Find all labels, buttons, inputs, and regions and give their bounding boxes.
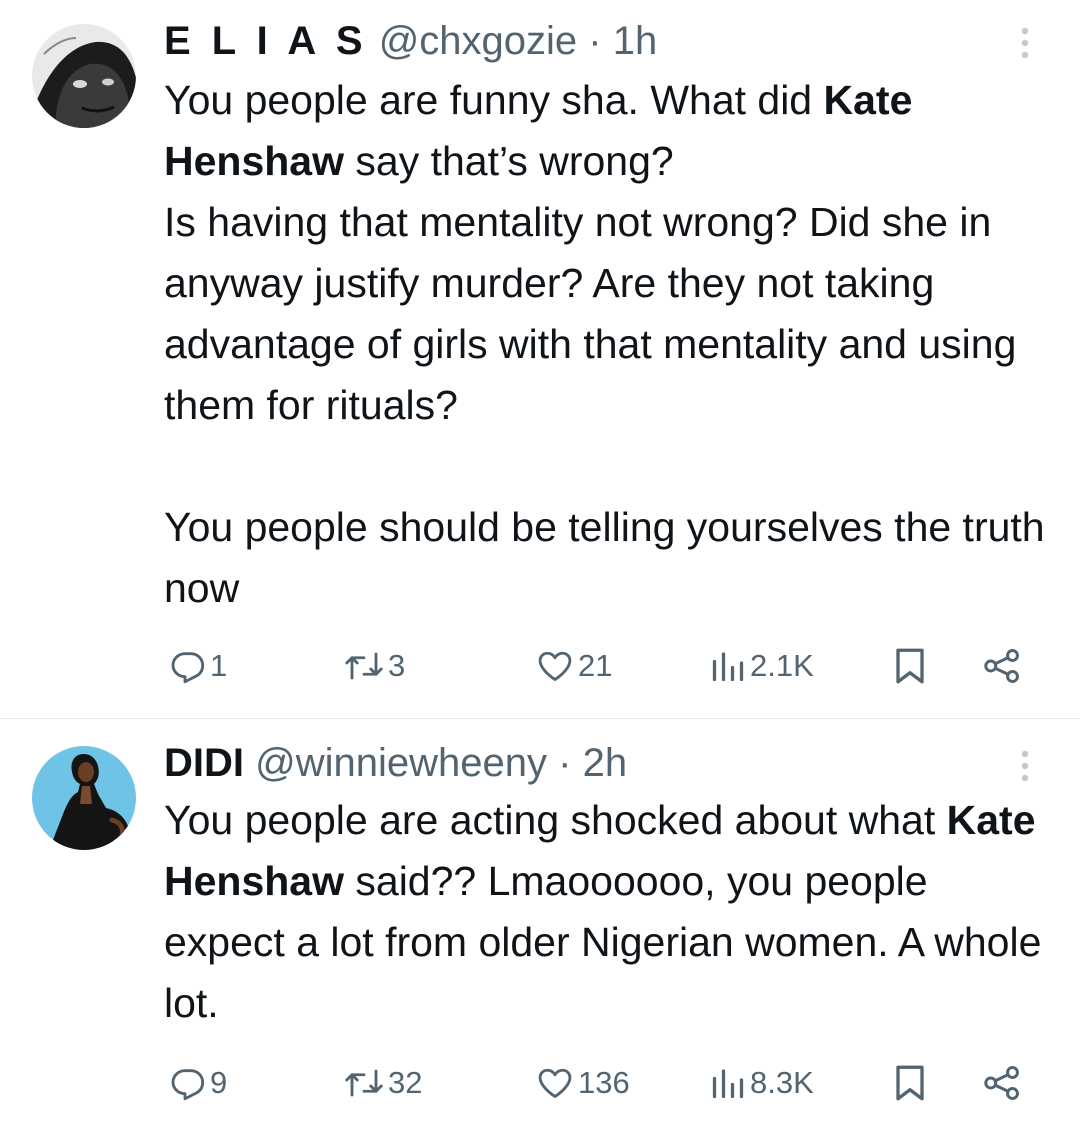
- views-button[interactable]: 2.1K: [710, 641, 814, 691]
- avatar[interactable]: [32, 24, 136, 128]
- view-count: 8.3K: [750, 1065, 814, 1100]
- like-button[interactable]: 136: [536, 1058, 630, 1108]
- display-name[interactable]: E L I A S: [164, 19, 368, 63]
- more-vertical-icon: [1021, 750, 1029, 782]
- tweet[interactable]: E L I A S @chxgozie · 1h You people are …: [0, 0, 1080, 718]
- display-name[interactable]: DIDI: [164, 741, 244, 785]
- heart-icon: [538, 651, 572, 681]
- tweet[interactable]: DIDI @winniewheeny · 2h You people are a…: [0, 719, 1080, 1131]
- more-button[interactable]: [1012, 24, 1038, 64]
- reply-count: 1: [210, 648, 228, 683]
- view-count: 2.1K: [750, 648, 814, 683]
- share-icon: [984, 649, 1019, 683]
- text-span: You people are funny sha. What did: [164, 77, 824, 123]
- like-button[interactable]: 21: [536, 641, 612, 691]
- text-span: say that’s wrong?: [344, 138, 674, 184]
- share-icon: [984, 1066, 1019, 1100]
- user-handle[interactable]: @winniewheeny: [255, 741, 547, 785]
- action-bar: 9 32 136 8.3K: [164, 1058, 1034, 1108]
- like-count: 21: [578, 648, 613, 683]
- tweet-text: You people are funny sha. What did Kate …: [164, 70, 1054, 619]
- reply-button[interactable]: 9: [170, 1058, 227, 1108]
- avatar[interactable]: [32, 746, 136, 850]
- bookmark-button[interactable]: [892, 641, 928, 691]
- avatar-photo-icon: [32, 746, 136, 850]
- avatar-photo-icon: [32, 24, 136, 128]
- repost-icon: [345, 1069, 383, 1097]
- tweet-paragraph: Is having that mentality not wrong? Did …: [164, 199, 1017, 428]
- action-bar: 1 3 21 2.1K: [164, 641, 1034, 691]
- timestamp[interactable]: 1h: [613, 19, 658, 63]
- tweet-paragraph: You people are acting shocked about what…: [164, 790, 1054, 1034]
- share-button[interactable]: [982, 1058, 1022, 1108]
- tweet-text: You people are acting shocked about what…: [164, 790, 1054, 1034]
- separator-dot: ·: [558, 741, 572, 785]
- views-chart-icon: [712, 1069, 744, 1099]
- reply-button[interactable]: 1: [170, 641, 227, 691]
- tweet-paragraph: You people should be telling yourselves …: [164, 504, 1045, 611]
- repost-count: 3: [388, 648, 406, 683]
- user-handle[interactable]: @chxgozie: [379, 19, 577, 63]
- views-chart-icon: [712, 652, 744, 682]
- tweet-header: E L I A S @chxgozie · 1h: [164, 17, 657, 65]
- repost-button[interactable]: 3: [344, 641, 405, 691]
- more-button[interactable]: [1012, 747, 1038, 787]
- reply-count: 9: [210, 1065, 228, 1100]
- repost-button[interactable]: 32: [344, 1058, 422, 1108]
- more-vertical-icon: [1021, 27, 1029, 59]
- tweet-paragraph: You people are funny sha. What did Kate …: [164, 70, 1054, 192]
- like-count: 136: [578, 1065, 630, 1100]
- reply-icon: [171, 652, 205, 684]
- timestamp[interactable]: 2h: [583, 741, 628, 785]
- separator-dot: ·: [588, 19, 602, 63]
- text-span: You people are acting shocked about what: [164, 797, 947, 843]
- views-button[interactable]: 8.3K: [710, 1058, 814, 1108]
- bookmark-button[interactable]: [892, 1058, 928, 1108]
- repost-count: 32: [388, 1065, 423, 1100]
- repost-icon: [345, 652, 383, 680]
- reply-icon: [171, 1069, 205, 1101]
- share-button[interactable]: [982, 641, 1022, 691]
- bookmark-icon: [896, 1065, 924, 1101]
- bookmark-icon: [896, 648, 924, 684]
- tweet-header: DIDI @winniewheeny · 2h: [164, 739, 627, 787]
- heart-icon: [538, 1068, 572, 1098]
